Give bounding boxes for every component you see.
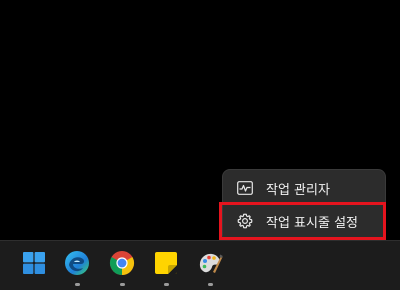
- start-button[interactable]: [20, 251, 48, 279]
- taskbar[interactable]: [0, 240, 400, 290]
- windows-logo-icon: [23, 252, 45, 278]
- menu-item-task-manager[interactable]: 작업 관리자: [227, 173, 382, 203]
- edge-icon: [64, 250, 90, 280]
- task-manager-icon: [236, 179, 254, 197]
- running-indicator: [74, 283, 80, 286]
- running-indicator: [207, 283, 213, 286]
- desktop: 작업 관리자 작업 표시줄 설정: [0, 0, 400, 290]
- taskbar-app-paint[interactable]: [196, 250, 224, 286]
- running-indicator: [119, 283, 125, 286]
- taskbar-app-sticky-notes[interactable]: [152, 251, 180, 286]
- taskbar-app-chrome[interactable]: [108, 250, 136, 286]
- sticky-notes-icon: [154, 251, 178, 279]
- menu-item-taskbar-settings[interactable]: 작업 표시줄 설정: [227, 206, 382, 236]
- menu-item-label: 작업 표시줄 설정: [266, 215, 358, 231]
- gear-icon: [236, 212, 254, 230]
- paint-palette-icon: [197, 250, 223, 280]
- running-indicator: [163, 283, 169, 286]
- taskbar-context-menu: 작업 관리자 작업 표시줄 설정: [222, 169, 386, 243]
- taskbar-app-edge[interactable]: [63, 250, 91, 286]
- menu-item-label: 작업 관리자: [266, 182, 330, 198]
- chrome-icon: [109, 250, 135, 280]
